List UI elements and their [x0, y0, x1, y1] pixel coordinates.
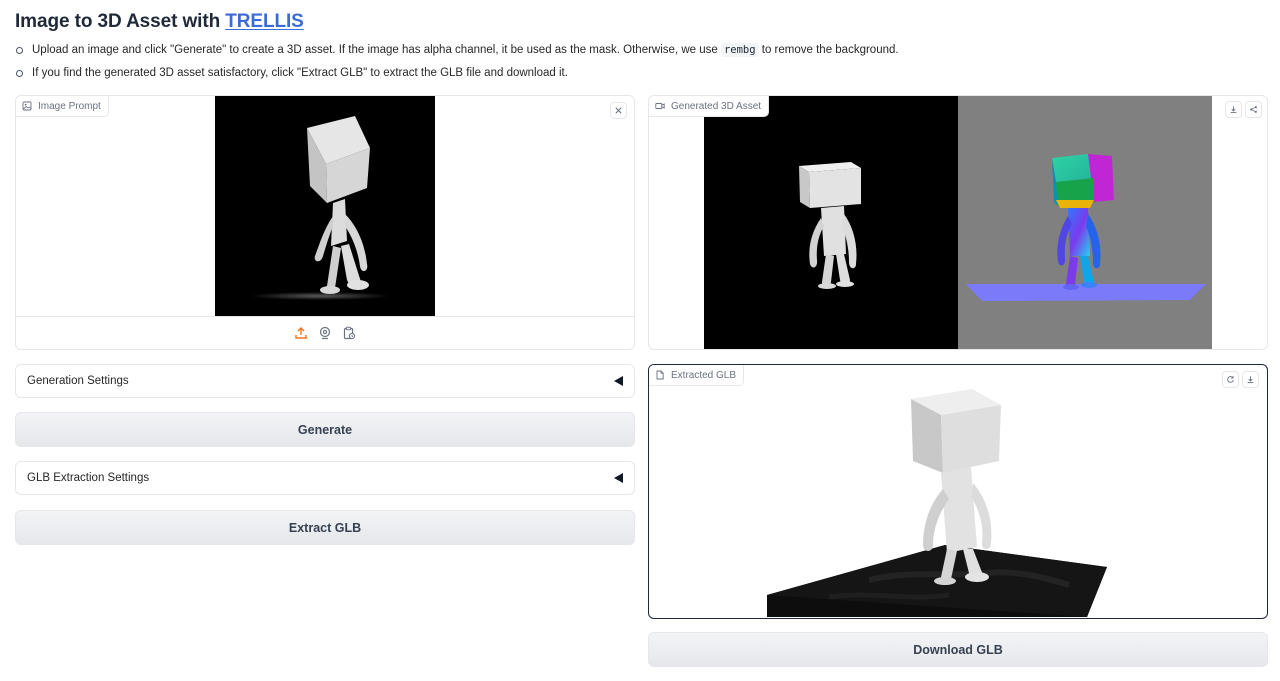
trellis-link[interactable]: TRELLIS [225, 11, 304, 32]
generated-asset-render [704, 96, 1212, 349]
download-glb-button[interactable]: Download GLB [648, 632, 1268, 667]
model-3d-viewer[interactable] [649, 365, 1266, 617]
glb-extraction-settings-accordion[interactable]: GLB Extraction Settings [15, 461, 635, 495]
generated-asset-label: Generated 3D Asset [649, 96, 770, 117]
extracted-model-render [767, 389, 1107, 617]
close-icon [615, 107, 622, 114]
image-icon [22, 101, 32, 111]
clipboard-source-button[interactable] [342, 326, 357, 341]
glb-extraction-settings-label: GLB Extraction Settings [27, 472, 150, 484]
page-title: Image to 3D Asset with TRELLIS [15, 11, 304, 33]
download-icon [1230, 106, 1237, 114]
download-model-button[interactable] [1242, 371, 1259, 388]
download-video-button[interactable] [1225, 101, 1242, 118]
download-icon [1247, 376, 1254, 384]
character-image [250, 116, 390, 300]
share-video-button[interactable] [1245, 101, 1262, 118]
generated-asset-video[interactable] [704, 96, 1212, 349]
webcam-source-button[interactable] [318, 326, 333, 341]
upload-icon [295, 327, 307, 339]
clear-image-button[interactable] [610, 102, 627, 119]
webcam-icon [319, 326, 331, 340]
description-item-1: Upload an image and click "Generate" to … [15, 41, 1265, 64]
description-item-2: If you find the generated 3D asset satis… [15, 64, 1265, 87]
image-prompt-preview[interactable] [215, 96, 435, 316]
generation-settings-accordion[interactable]: Generation Settings [15, 364, 635, 398]
reset-view-icon [1227, 376, 1234, 383]
image-prompt-panel: Image Prompt [15, 95, 635, 350]
generated-asset-panel: Generated 3D Asset [648, 95, 1268, 350]
page-title-text: Image to 3D Asset with [15, 11, 226, 32]
image-prompt-label: Image Prompt [16, 96, 109, 117]
extracted-glb-panel: Extracted GLB [648, 364, 1268, 619]
generation-settings-label: Generation Settings [27, 375, 129, 387]
share-icon [1250, 106, 1257, 113]
reset-view-button[interactable] [1222, 371, 1239, 388]
generate-button[interactable]: Generate [15, 412, 635, 447]
extracted-glb-label: Extracted GLB [649, 365, 745, 386]
file-icon [656, 370, 664, 380]
rembg-code: rembg [720, 43, 759, 57]
expand-triangle-icon [614, 473, 623, 483]
description-list: Upload an image and click "Generate" to … [15, 41, 1265, 87]
clipboard-icon [343, 326, 356, 340]
extract-glb-button[interactable]: Extract GLB [15, 510, 635, 545]
video-icon [655, 103, 665, 109]
upload-source-button[interactable] [294, 326, 309, 341]
image-source-toolbar [16, 316, 634, 349]
expand-triangle-icon [614, 376, 623, 386]
